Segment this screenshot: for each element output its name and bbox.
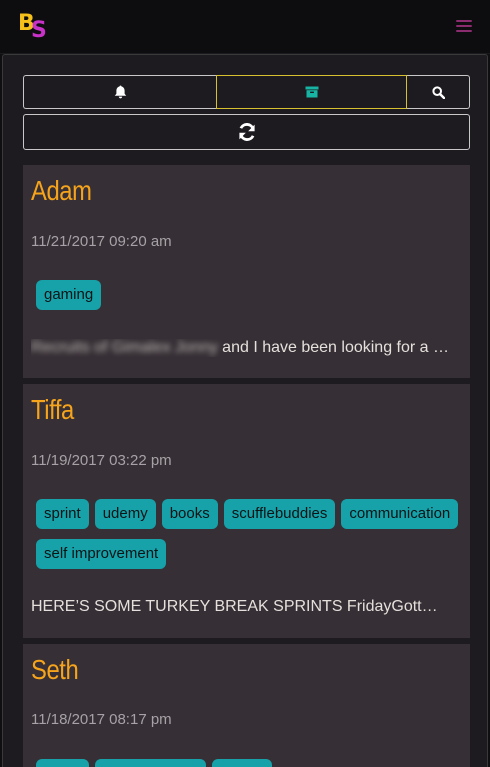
tag-pill[interactable]: gaming: [36, 280, 102, 310]
author-name[interactable]: Seth: [31, 654, 79, 686]
post-card[interactable]: Tiffa 11/19/2017 03:22 pm sprint udemy b…: [23, 384, 470, 638]
bell-icon: [114, 85, 126, 99]
main-panel: Adam 11/21/2017 09:20 am gaming Recruits…: [2, 54, 488, 767]
post-date: 11/19/2017 03:22 pm: [31, 452, 172, 469]
menu-icon[interactable]: [456, 20, 472, 32]
tag-list: gaming: [36, 280, 466, 310]
tag-pill[interactable]: [36, 759, 89, 767]
tag-pill[interactable]: udemy: [94, 499, 156, 529]
blurred-text: Recruits of Gimalex Jonny: [31, 339, 218, 356]
post-card[interactable]: Seth 11/18/2017 08:17 pm: [23, 644, 470, 767]
post-date: 11/21/2017 09:20 am: [31, 233, 172, 250]
app-logo[interactable]: B S: [18, 11, 52, 43]
post-date: 11/18/2017 08:17 pm: [31, 711, 172, 728]
search-icon: [431, 85, 445, 99]
filter-toolbar: [23, 75, 470, 109]
author-name[interactable]: Adam: [31, 175, 92, 207]
navbar: B S: [0, 0, 490, 54]
notifications-button[interactable]: [23, 75, 216, 109]
tag-pill[interactable]: self improvement: [36, 539, 167, 569]
archive-button[interactable]: [216, 75, 407, 109]
tag-pill[interactable]: communication: [341, 499, 459, 529]
tag-list: sprint udemy books scufflebuddies commun…: [36, 499, 466, 569]
tag-pill[interactable]: [95, 759, 206, 767]
tag-list: [36, 759, 466, 767]
post-card[interactable]: Adam 11/21/2017 09:20 am gaming Recruits…: [23, 165, 470, 378]
post-excerpt: Recruits of Gimalex Jonny and I have bee…: [31, 339, 463, 357]
refresh-button[interactable]: [23, 114, 470, 150]
excerpt-text: and I have been looking for a …: [217, 339, 449, 356]
search-button[interactable]: [407, 75, 470, 109]
author-name[interactable]: Tiffa: [31, 394, 74, 426]
post-excerpt: HERE’S SOME TURKEY BREAK SPRINTS FridayG…: [31, 598, 463, 616]
archive-icon: [305, 86, 318, 98]
tag-pill[interactable]: scufflebuddies: [223, 499, 336, 529]
tag-pill[interactable]: books: [161, 499, 218, 529]
excerpt-text: HERE’S SOME TURKEY BREAK SPRINTS FridayG…: [31, 598, 438, 615]
refresh-icon: [238, 123, 255, 141]
logo-letter-s: S: [31, 18, 47, 43]
tag-pill[interactable]: sprint: [36, 499, 89, 529]
tag-pill[interactable]: [212, 759, 272, 767]
